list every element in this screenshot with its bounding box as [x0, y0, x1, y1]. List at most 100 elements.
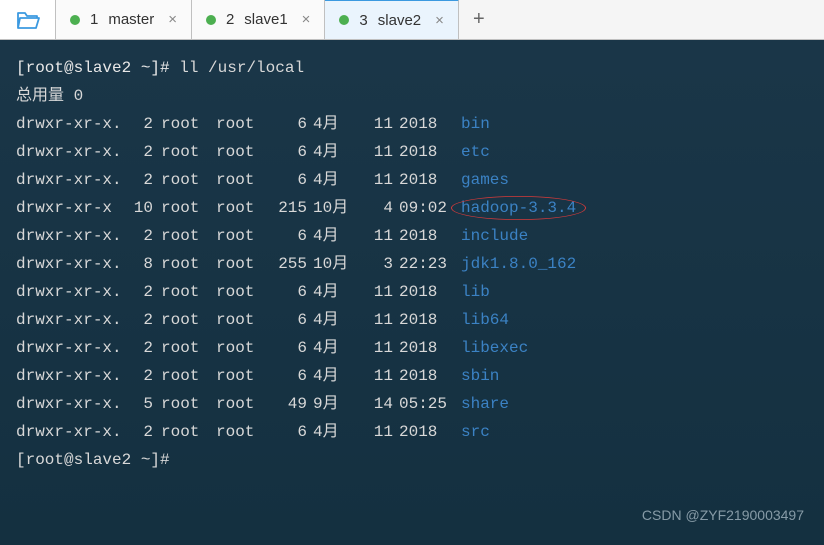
col-day: 11: [367, 138, 399, 166]
shell-prompt-idle: [root@slave2 ~]#: [16, 446, 808, 474]
col-group: root: [216, 166, 271, 194]
col-day: 11: [367, 278, 399, 306]
col-perm: drwxr-xr-x.: [16, 110, 131, 138]
col-group: root: [216, 390, 271, 418]
col-size: 215: [271, 194, 313, 222]
col-owner: root: [161, 334, 216, 362]
col-links: 5: [131, 390, 161, 418]
col-group: root: [216, 222, 271, 250]
col-month: 4月: [313, 222, 367, 250]
directory-name: hadoop-3.3.4: [461, 199, 576, 217]
col-day: 11: [367, 418, 399, 446]
tab-slave2[interactable]: 3 slave2 ×: [325, 0, 458, 39]
col-group: root: [216, 306, 271, 334]
listing-row: drwxr-xr-x.8rootroot25510月322:23jdk1.8.0…: [16, 250, 808, 278]
col-links: 2: [131, 222, 161, 250]
col-owner: root: [161, 110, 216, 138]
col-time: 2018: [399, 334, 461, 362]
col-perm: drwxr-xr-x.: [16, 250, 131, 278]
col-links: 2: [131, 362, 161, 390]
col-perm: drwxr-xr-x.: [16, 222, 131, 250]
col-time: 2018: [399, 362, 461, 390]
directory-name: include: [461, 222, 528, 250]
col-month: 4月: [313, 418, 367, 446]
close-icon[interactable]: ×: [168, 11, 177, 28]
col-owner: root: [161, 166, 216, 194]
listing-row: drwxr-xr-x.2rootroot64月112018sbin: [16, 362, 808, 390]
listing-row: drwxr-xr-x.2rootroot64月112018lib64: [16, 306, 808, 334]
col-perm: drwxr-xr-x: [16, 194, 131, 222]
col-month: 4月: [313, 278, 367, 306]
listing-row: drwxr-xr-x10rootroot21510月409:02hadoop-3…: [16, 194, 808, 222]
close-icon[interactable]: ×: [435, 12, 444, 29]
col-time: 2018: [399, 278, 461, 306]
col-month: 9月: [313, 390, 367, 418]
col-time: 05:25: [399, 390, 461, 418]
col-perm: drwxr-xr-x.: [16, 362, 131, 390]
tab-label: slave2: [378, 12, 421, 29]
col-time: 2018: [399, 110, 461, 138]
listing-row: drwxr-xr-x.2rootroot64月112018bin: [16, 110, 808, 138]
folder-button[interactable]: [0, 0, 56, 39]
col-size: 6: [271, 362, 313, 390]
col-perm: drwxr-xr-x.: [16, 306, 131, 334]
col-time: 2018: [399, 306, 461, 334]
col-perm: drwxr-xr-x.: [16, 138, 131, 166]
tab-bar: 1master×2slave1× 3 slave2 × +: [0, 0, 824, 40]
directory-name: sbin: [461, 362, 499, 390]
col-time: 2018: [399, 138, 461, 166]
col-owner: root: [161, 418, 216, 446]
listing-row: drwxr-xr-x.2rootroot64月112018include: [16, 222, 808, 250]
col-time: 22:23: [399, 250, 461, 278]
listing-row: drwxr-xr-x.2rootroot64月112018etc: [16, 138, 808, 166]
col-perm: drwxr-xr-x.: [16, 166, 131, 194]
col-day: 11: [367, 334, 399, 362]
col-day: 11: [367, 362, 399, 390]
terminal-output[interactable]: [root@slave2 ~]# ll /usr/local 总用量 0 drw…: [0, 40, 824, 545]
listing-row: drwxr-xr-x.2rootroot64月112018libexec: [16, 334, 808, 362]
col-group: root: [216, 110, 271, 138]
directory-name: share: [461, 390, 509, 418]
close-icon[interactable]: ×: [302, 11, 311, 28]
tab-index: 3: [359, 12, 367, 29]
tab-index: 2: [226, 11, 234, 28]
col-size: 6: [271, 306, 313, 334]
directory-name: lib64: [461, 306, 509, 334]
col-links: 2: [131, 306, 161, 334]
col-month: 10月: [313, 250, 367, 278]
add-tab-button[interactable]: +: [459, 0, 499, 39]
col-perm: drwxr-xr-x.: [16, 334, 131, 362]
col-time: 2018: [399, 222, 461, 250]
col-links: 2: [131, 334, 161, 362]
col-owner: root: [161, 306, 216, 334]
col-links: 2: [131, 418, 161, 446]
col-month: 4月: [313, 166, 367, 194]
col-size: 255: [271, 250, 313, 278]
listing-row: drwxr-xr-x.2rootroot64月112018src: [16, 418, 808, 446]
col-day: 4: [367, 194, 399, 222]
col-group: root: [216, 334, 271, 362]
highlighted-entry: hadoop-3.3.4: [461, 194, 576, 222]
col-day: 11: [367, 110, 399, 138]
col-group: root: [216, 362, 271, 390]
directory-name: bin: [461, 110, 490, 138]
shell-prompt: [root@slave2 ~]#: [16, 59, 170, 77]
col-group: root: [216, 250, 271, 278]
col-links: 2: [131, 138, 161, 166]
command-line: [root@slave2 ~]# ll /usr/local: [16, 54, 808, 82]
tab-slave1[interactable]: 2slave1×: [192, 0, 325, 39]
col-month: 4月: [313, 334, 367, 362]
folder-open-icon: [15, 10, 41, 30]
status-dot-icon: [70, 15, 80, 25]
status-dot-icon: [206, 15, 216, 25]
col-time: 2018: [399, 418, 461, 446]
col-time: 09:02: [399, 194, 461, 222]
col-owner: root: [161, 222, 216, 250]
directory-name: jdk1.8.0_162: [461, 250, 576, 278]
col-day: 11: [367, 166, 399, 194]
tab-index: 1: [90, 11, 98, 28]
command-text: ll /usr/local: [179, 59, 304, 77]
tab-master[interactable]: 1master×: [56, 0, 192, 39]
col-links: 2: [131, 278, 161, 306]
col-day: 14: [367, 390, 399, 418]
